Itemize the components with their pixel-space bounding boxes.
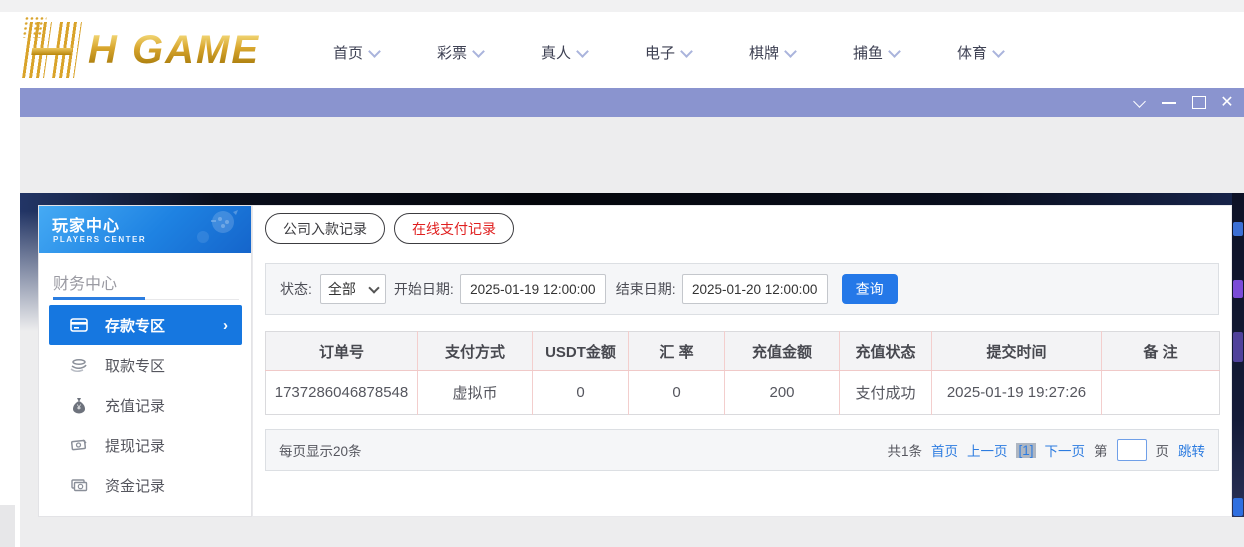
chevron-down-icon (992, 45, 1005, 58)
left-gutter-scroll (0, 505, 15, 547)
main-nav: 首页 彩票 真人 电子 棋牌 捕鱼 (333, 42, 1061, 63)
cell-submit-time: 2025-01-19 19:27:26 (932, 371, 1102, 415)
brand-logo-text: H GAME (88, 30, 260, 70)
chevron-down-icon (888, 45, 901, 58)
cell-rate: 0 (629, 371, 725, 415)
col-submit-time: 提交时间 (932, 332, 1102, 371)
chevron-down-icon (784, 45, 797, 58)
nav-item-cards[interactable]: 棋牌 (749, 42, 853, 63)
players-center-sidebar: 玩家中心 PLAYERS CENTER 财务中心 存款专区 › 取款专区 ¥ 充… (38, 205, 252, 517)
col-order-no: 订单号 (266, 332, 418, 371)
end-date-label: 结束日期: (616, 279, 676, 299)
record-tabs: 公司入款记录 在线支付记录 (265, 213, 514, 244)
chevron-down-icon (368, 282, 379, 293)
filter-bar: 状态: 全部 开始日期: 结束日期: 查询 (265, 263, 1219, 315)
col-usdt-amount: USDT金额 (533, 332, 629, 371)
sidebar-section-label: 财务中心 (53, 270, 117, 294)
pagination-controls: 共1条 首页 上一页 [1] 下一页 第 页 跳转 (887, 439, 1205, 461)
cell-pay-method: 虚拟币 (418, 371, 533, 415)
funds-icon (69, 475, 89, 495)
col-remark: 备 注 (1102, 332, 1220, 371)
sidebar-item-recharge-records[interactable]: ¥ 充值记录 (39, 385, 253, 425)
sidebar-subtitle: PLAYERS CENTER (53, 235, 146, 244)
cell-usdt-amount: 0 (533, 371, 629, 415)
window-titlebar[interactable]: ✕ (20, 88, 1244, 117)
gamepad-icon (189, 210, 241, 244)
nav-item-lottery[interactable]: 彩票 (437, 42, 541, 63)
cell-remark (1102, 371, 1220, 415)
brand-logo[interactable]: H GAME (26, 18, 260, 82)
chevron-down-icon (472, 45, 485, 58)
svg-text:¥: ¥ (77, 405, 81, 412)
jump-suffix-text: 页 (1156, 440, 1170, 460)
chevron-right-icon: › (223, 317, 228, 334)
col-rate: 汇 率 (629, 332, 725, 371)
nav-item-home[interactable]: 首页 (333, 42, 437, 63)
nav-item-live[interactable]: 真人 (541, 42, 645, 63)
current-page-indicator[interactable]: [1] (1016, 443, 1035, 458)
table-header-row: 订单号 支付方式 USDT金额 汇 率 充值金额 充值状态 提交时间 备 注 (266, 332, 1220, 371)
tab-online-payment-records[interactable]: 在线支付记录 (394, 213, 514, 244)
status-select[interactable]: 全部 (320, 274, 386, 304)
first-page-link[interactable]: 首页 (931, 440, 958, 460)
table-row: 1737286046878548 虚拟币 0 0 200 支付成功 2025-0… (266, 371, 1220, 415)
jump-button[interactable]: 跳转 (1178, 440, 1205, 460)
sidebar-header: 玩家中心 PLAYERS CENTER (39, 206, 251, 253)
window-chevron-icon[interactable] (1124, 88, 1154, 117)
page-top-strip (0, 0, 1244, 12)
sidebar-title: 玩家中心 (52, 212, 120, 236)
total-count-text: 共1条 (887, 440, 922, 460)
status-label: 状态: (280, 279, 312, 299)
cash-out-icon (69, 435, 89, 455)
page-size-text: 每页显示20条 (279, 440, 362, 460)
site-header: H GAME 首页 彩票 真人 电子 棋牌 (0, 12, 1244, 88)
nav-item-slots[interactable]: 电子 (645, 42, 749, 63)
right-rail-fragment (1233, 498, 1243, 516)
page-number-input[interactable] (1117, 439, 1147, 461)
right-rail-fragment (1233, 332, 1243, 362)
cell-status: 支付成功 (840, 371, 932, 415)
page: H GAME 首页 彩票 真人 电子 棋牌 (0, 0, 1244, 547)
next-page-link[interactable]: 下一页 (1045, 440, 1086, 460)
end-date-input[interactable] (682, 274, 828, 304)
start-date-input[interactable] (460, 274, 606, 304)
payment-records-table: 订单号 支付方式 USDT金额 汇 率 充值金额 充值状态 提交时间 备 注 1… (265, 331, 1220, 415)
chevron-down-icon (680, 45, 693, 58)
brand-logo-icon (22, 22, 88, 78)
chevron-down-icon (368, 45, 381, 58)
tab-company-deposit-records[interactable]: 公司入款记录 (265, 213, 385, 244)
sidebar-item-withdraw-records[interactable]: 提现记录 (39, 425, 253, 465)
cell-order-no: 1737286046878548 (266, 371, 418, 415)
window-maximize-icon[interactable] (1184, 88, 1214, 117)
window-minimize-icon[interactable] (1154, 88, 1184, 117)
search-button[interactable]: 查询 (842, 274, 898, 304)
start-date-label: 开始日期: (394, 279, 454, 299)
jump-prefix-text: 第 (1094, 440, 1108, 460)
moneybag-icon: ¥ (69, 395, 89, 415)
cell-amount: 200 (725, 371, 840, 415)
pagination-bar: 每页显示20条 共1条 首页 上一页 [1] 下一页 第 页 跳转 (265, 429, 1219, 471)
col-pay-method: 支付方式 (418, 332, 533, 371)
right-rail-fragment (1233, 222, 1243, 236)
withdraw-hand-icon (69, 355, 89, 375)
prev-page-link[interactable]: 上一页 (967, 440, 1008, 460)
right-rail-fragment (1233, 280, 1243, 298)
nav-item-fishing[interactable]: 捕鱼 (853, 42, 957, 63)
deposit-card-icon (69, 315, 89, 335)
col-status: 充值状态 (840, 332, 932, 371)
sidebar-divider-accent (53, 297, 145, 300)
content-panel: 公司入款记录 在线支付记录 状态: 全部 开始日期: 结束日期: 查询 订单号 (252, 205, 1232, 517)
col-amount: 充值金额 (725, 332, 840, 371)
sidebar-item-withdraw[interactable]: 取款专区 (39, 345, 253, 385)
sidebar-item-deposit[interactable]: 存款专区 › (49, 305, 242, 345)
nav-item-sports[interactable]: 体育 (957, 42, 1061, 63)
sidebar-item-funds-records[interactable]: 资金记录 (39, 465, 253, 505)
chevron-down-icon (576, 45, 589, 58)
window-close-icon[interactable]: ✕ (1212, 88, 1242, 117)
